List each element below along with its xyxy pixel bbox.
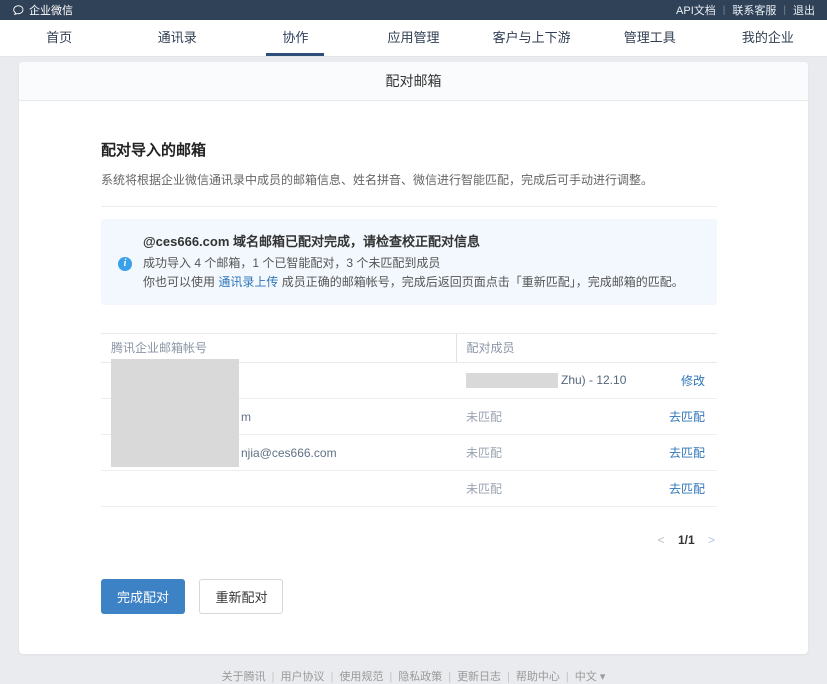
separator: | bbox=[330, 671, 333, 683]
table-row: njia@ces666.com 未匹配 去匹配 bbox=[101, 435, 717, 471]
tab-app-management[interactable]: 应用管理 bbox=[354, 20, 472, 56]
modify-link[interactable]: 修改 bbox=[681, 374, 705, 388]
separator: | bbox=[272, 671, 275, 683]
complete-pairing-button[interactable]: 完成配对 bbox=[101, 579, 185, 614]
page-indicator: 1/1 bbox=[678, 533, 695, 547]
separator: | bbox=[566, 671, 569, 683]
card-body: 配对导入的邮箱 系统将根据企业微信通讯录中成员的邮箱信息、姓名拼音、微信进行智能… bbox=[19, 101, 808, 654]
go-match-link[interactable]: 去匹配 bbox=[669, 482, 705, 496]
footer-link-changelog[interactable]: 更新日志 bbox=[457, 671, 501, 683]
email-visible-text: m bbox=[241, 410, 251, 424]
tab-admin-tools[interactable]: 管理工具 bbox=[591, 20, 709, 56]
separator: | bbox=[783, 5, 786, 16]
tab-my-company[interactable]: 我的企业 bbox=[709, 20, 827, 56]
wecom-bubble-icon bbox=[12, 4, 25, 17]
action-cell: 修改 bbox=[637, 363, 717, 399]
table-header-row: 腾讯企业邮箱帐号 配对成员 bbox=[101, 334, 717, 363]
action-cell: 去匹配 bbox=[637, 471, 717, 507]
footer-link-privacy[interactable]: 隐私政策 bbox=[398, 671, 442, 683]
pairing-result-notice: i @ces666.com 域名邮箱已配对完成，请检查校正配对信息 成功导入 4… bbox=[101, 219, 717, 305]
footer-link-help-center[interactable]: 帮助中心 bbox=[516, 671, 560, 683]
separator: | bbox=[448, 671, 451, 683]
footer-link-user-agreement[interactable]: 用户协议 bbox=[280, 671, 324, 683]
separator: | bbox=[389, 671, 392, 683]
pairing-table-wrap: 腾讯企业邮箱帐号 配对成员 Zhu) - 12.10 修改 m 未匹配 去匹配 bbox=[101, 333, 717, 507]
column-header-email: 腾讯企业邮箱帐号 bbox=[101, 334, 456, 363]
contact-support-link[interactable]: 联系客服 bbox=[732, 2, 776, 18]
main-nav: 首页 通讯录 协作 应用管理 客户与上下游 管理工具 我的企业 bbox=[0, 20, 827, 57]
email-cell bbox=[101, 471, 456, 507]
notice-hint-prefix: 你也可以使用 bbox=[143, 275, 218, 289]
section-description: 系统将根据企业微信通讯录中成员的邮箱信息、姓名拼音、微信进行智能匹配，完成后可手… bbox=[101, 172, 717, 189]
next-page-arrow[interactable]: > bbox=[708, 533, 715, 547]
email-visible-text: njia@ces666.com bbox=[241, 446, 337, 460]
tab-home[interactable]: 首页 bbox=[0, 20, 118, 56]
topbar: 企业微信 API文档 | 联系客服 | 退出 bbox=[0, 0, 827, 20]
notice-summary: 成功导入 4 个邮箱，1 个已智能配对，3 个未匹配到成员 bbox=[143, 254, 699, 273]
email-cell: njia@ces666.com bbox=[101, 435, 456, 471]
tab-contacts[interactable]: 通讯录 bbox=[118, 20, 236, 56]
footer-link-usage-rules[interactable]: 使用规范 bbox=[339, 671, 383, 683]
brand-name: 企业微信 bbox=[29, 2, 73, 18]
brand: 企业微信 bbox=[12, 2, 73, 18]
re-pair-button[interactable]: 重新配对 bbox=[199, 579, 283, 614]
footer: 关于腾讯 | 用户协议 | 使用规范 | 隐私政策 | 更新日志 | 帮助中心 | 中文 ▾ bbox=[0, 668, 827, 684]
table-row: m 未匹配 去匹配 bbox=[101, 399, 717, 435]
email-cell bbox=[101, 363, 456, 399]
member-redaction-block bbox=[466, 373, 558, 388]
notice-hint-suffix: 成员正确的邮箱帐号，完成后返回页面点击「重新匹配」，完成邮箱的匹配。 bbox=[278, 275, 683, 289]
prev-page-arrow[interactable]: < bbox=[658, 533, 665, 547]
tab-collaboration[interactable]: 协作 bbox=[236, 20, 354, 56]
notice-title: @ces666.com 域名邮箱已配对完成，请检查校正配对信息 bbox=[143, 232, 699, 251]
tab-customers[interactable]: 客户与上下游 bbox=[473, 20, 591, 56]
separator: | bbox=[723, 5, 726, 16]
member-cell: Zhu) - 12.10 bbox=[456, 363, 637, 399]
table-row: 未匹配 去匹配 bbox=[101, 471, 717, 507]
logout-link[interactable]: 退出 bbox=[793, 2, 815, 18]
language-selector[interactable]: 中文 ▾ bbox=[575, 671, 606, 683]
action-buttons: 完成配对 重新配对 bbox=[101, 579, 717, 614]
pagination: < 1/1 > bbox=[101, 533, 717, 547]
table-row: Zhu) - 12.10 修改 bbox=[101, 363, 717, 399]
pairing-card: 配对邮箱 配对导入的邮箱 系统将根据企业微信通讯录中成员的邮箱信息、姓名拼音、微… bbox=[19, 62, 808, 654]
section-heading: 配对导入的邮箱 bbox=[101, 139, 717, 160]
action-cell: 去匹配 bbox=[637, 435, 717, 471]
member-cell: 未匹配 bbox=[456, 471, 637, 507]
footer-link-about[interactable]: 关于腾讯 bbox=[222, 671, 266, 683]
member-cell: 未匹配 bbox=[456, 435, 637, 471]
contacts-upload-link[interactable]: 通讯录上传 bbox=[218, 275, 278, 289]
info-icon: i bbox=[118, 257, 132, 271]
column-header-member: 配对成员 bbox=[456, 334, 717, 363]
separator: | bbox=[507, 671, 510, 683]
member-cell: 未匹配 bbox=[456, 399, 637, 435]
go-match-link[interactable]: 去匹配 bbox=[669, 446, 705, 460]
pairing-table: 腾讯企业邮箱帐号 配对成员 Zhu) - 12.10 修改 m 未匹配 去匹配 bbox=[101, 333, 717, 507]
action-cell: 去匹配 bbox=[637, 399, 717, 435]
go-match-link[interactable]: 去匹配 bbox=[669, 410, 705, 424]
email-cell: m bbox=[101, 399, 456, 435]
member-visible-text: Zhu) - 12.10 bbox=[561, 373, 626, 387]
api-docs-link[interactable]: API文档 bbox=[676, 2, 716, 18]
page-title: 配对邮箱 bbox=[19, 62, 808, 101]
topbar-links: API文档 | 联系客服 | 退出 bbox=[676, 2, 815, 18]
divider bbox=[101, 206, 717, 207]
notice-hint: 你也可以使用 通讯录上传 成员正确的邮箱帐号，完成后返回页面点击「重新匹配」，完… bbox=[143, 273, 699, 292]
